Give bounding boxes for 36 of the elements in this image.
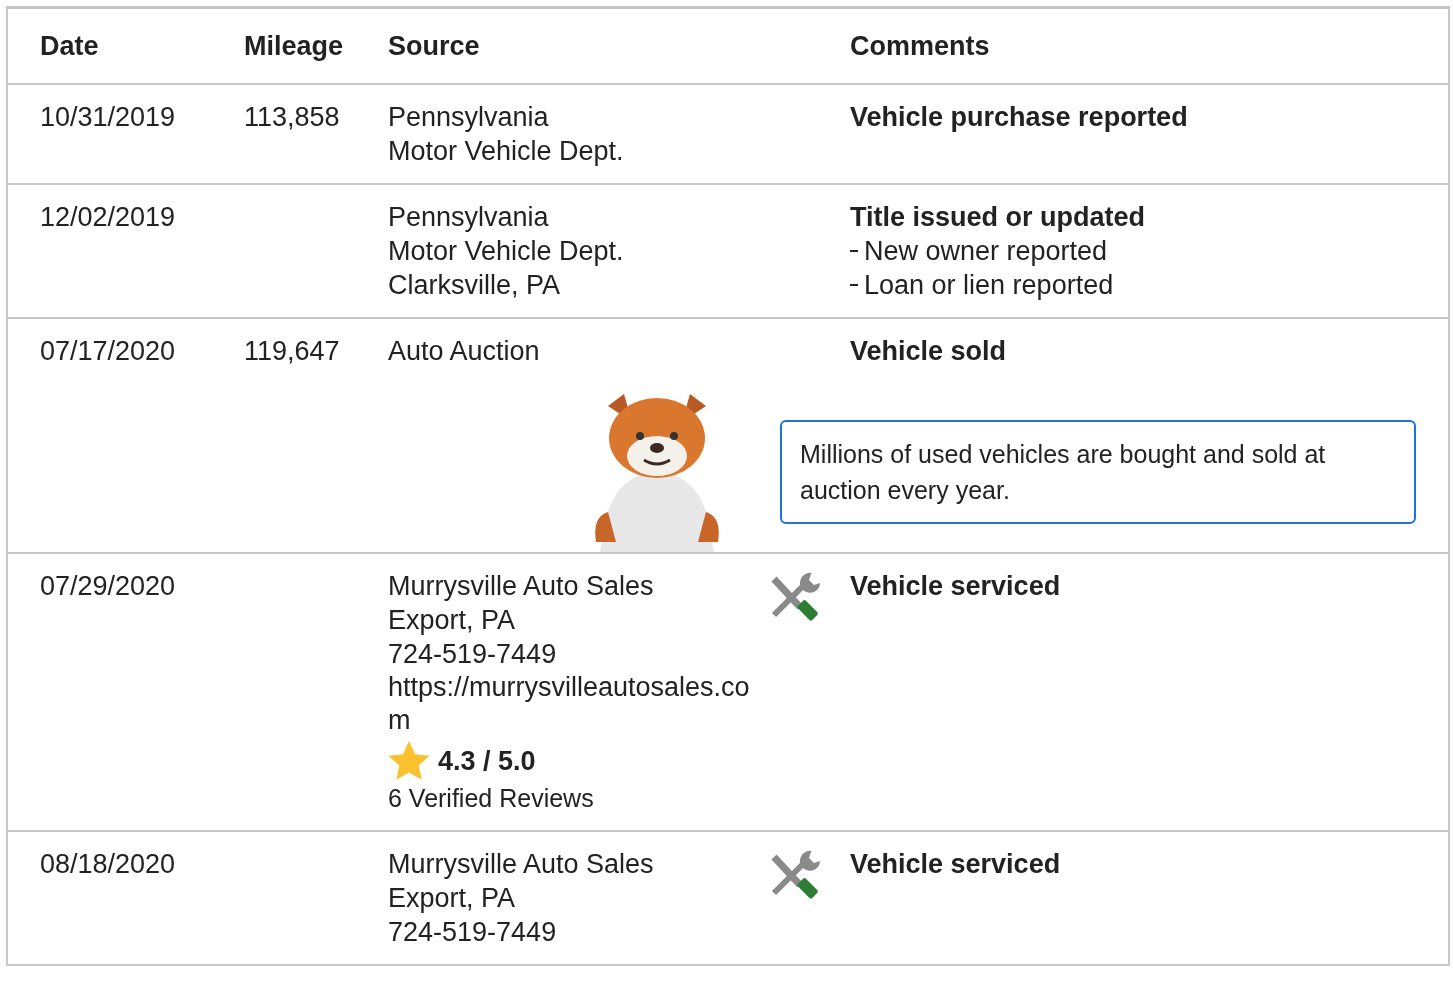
star-icon [388,741,430,781]
rating-score: 4.3 / 5.0 [438,745,536,778]
comment-title: Vehicle serviced [850,570,1062,603]
mileage-cell-text: 113,858 [244,101,341,134]
source-text: Pennsylvania [388,101,550,134]
source-text: Auto Auction [388,335,541,368]
column-header: Mileage [244,30,345,63]
source-text: Pennsylvania [388,201,550,234]
source-text: 724-519-7449 [388,638,558,671]
date-cell-text: 10/31/2019 [40,101,177,134]
column-header: Source [388,30,481,63]
comment-title: Vehicle sold [850,335,1008,368]
source-text: Export, PA [388,604,517,637]
comment-detail: New owner reported [864,235,1108,268]
comment-title: Vehicle serviced [850,848,1062,881]
source-text: 724-519-7449 [388,916,558,949]
date-cell-text: 07/17/2020 [40,335,177,368]
date-cell-text: 08/18/2020 [40,848,177,881]
date-cell-text: 07/29/2020 [40,570,177,603]
comment-title: Title issued or updated [850,201,1147,234]
column-header: Comments [850,30,991,63]
source-text: Clarksville, PA [388,269,562,302]
comment-title: Vehicle purchase reported [850,101,1189,134]
column-header: Date [40,30,100,63]
review-count: 6 Verified Reviews [388,783,595,814]
source-text: Export, PA [388,882,517,915]
date-cell-text: 12/02/2019 [40,201,177,234]
mileage-cell-text: 119,647 [244,335,341,368]
source-text: Motor Vehicle Dept. [388,235,625,268]
info-callout: Millions of used vehicles are bought and sold at auction every year. [780,420,1416,524]
dash-icon [850,284,858,286]
comment-detail: Loan or lien reported [864,269,1114,302]
source-text: Murrysville Auto Sales [388,848,655,881]
source-text: Motor Vehicle Dept. [388,135,625,168]
dash-icon [850,250,858,252]
source-text: Murrysville Auto Sales [388,570,655,603]
